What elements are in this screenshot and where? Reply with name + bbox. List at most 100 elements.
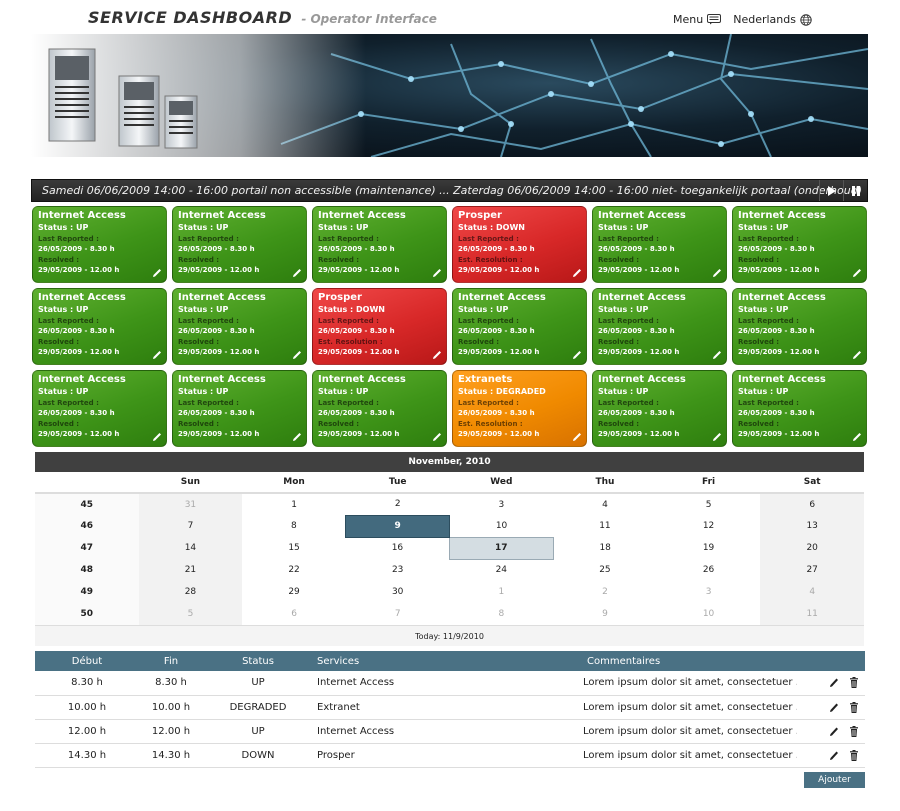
calendar-day[interactable]: 19 [657, 537, 761, 559]
calendar-day[interactable]: 3 [657, 581, 761, 603]
edit-icon[interactable] [292, 350, 302, 360]
service-card[interactable]: Internet Access Status : UP Last Reported … [32, 206, 167, 283]
trash-icon[interactable] [849, 701, 859, 713]
table-row[interactable]: 14.30 h 14.30 h DOWN Prosper Lorem ipsum dol… [35, 743, 865, 768]
service-card[interactable]: Internet Access Status : UP Last Reported … [732, 206, 867, 283]
calendar-day[interactable]: 9 [553, 603, 657, 625]
service-card[interactable]: Internet Access Status : UP Last Reported … [32, 288, 167, 365]
calendar-day[interactable]: 11 [760, 603, 864, 625]
add-button[interactable]: Ajouter [804, 772, 865, 788]
service-card[interactable]: Internet Access Status : UP Last Reported … [732, 370, 867, 447]
edit-icon[interactable] [152, 432, 162, 442]
calendar-day[interactable]: 18 [553, 537, 657, 559]
calendar-day[interactable]: 14 [138, 537, 243, 559]
calendar-day[interactable]: 2 [553, 581, 657, 603]
edit-icon[interactable] [829, 726, 839, 737]
calendar-day-today[interactable]: 17 [449, 536, 554, 560]
calendar-day[interactable]: 11 [553, 515, 657, 537]
edit-icon[interactable] [292, 268, 302, 278]
edit-icon[interactable] [572, 350, 582, 360]
edit-icon[interactable] [432, 268, 442, 278]
calendar-day[interactable]: 30 [346, 581, 450, 603]
trash-icon[interactable] [849, 749, 859, 761]
calendar-day[interactable]: 10 [450, 515, 554, 537]
calendar-day[interactable]: 8 [242, 515, 346, 537]
edit-icon[interactable] [712, 350, 722, 360]
calendar-day[interactable]: 25 [553, 559, 657, 581]
calendar-day[interactable]: 27 [760, 559, 864, 581]
table-row[interactable]: 12.00 h 12.00 h UP Internet Access Lorem ips… [35, 719, 865, 744]
edit-icon[interactable] [432, 350, 442, 360]
service-card[interactable]: Internet Access Status : UP Last Reported … [452, 288, 587, 365]
edit-icon[interactable] [852, 432, 862, 442]
service-card[interactable]: Internet Access Status : UP Last Reported … [592, 206, 727, 283]
service-card[interactable]: Internet Access Status : UP Last Reported … [732, 288, 867, 365]
calendar-day[interactable]: 26 [657, 559, 761, 581]
calendar-day[interactable]: 8 [450, 603, 554, 625]
edit-icon[interactable] [829, 702, 839, 713]
calendar-day[interactable]: 22 [242, 559, 346, 581]
calendar-day[interactable]: 29 [242, 581, 346, 603]
edit-icon[interactable] [152, 268, 162, 278]
col-fin[interactable]: Fin [139, 651, 203, 671]
table-row[interactable]: 8.30 h 8.30 h UP Internet Access Lorem ipsum… [35, 671, 865, 696]
calendar-day[interactable]: 1 [242, 493, 346, 515]
service-card[interactable]: Prosper Status : DOWN Last Reported : 26/05… [312, 288, 447, 365]
edit-icon[interactable] [829, 677, 839, 688]
edit-icon[interactable] [432, 432, 442, 442]
edit-icon[interactable] [292, 432, 302, 442]
menu-link[interactable]: Menu [673, 13, 722, 26]
service-card[interactable]: Internet Access Status : UP Last Reported … [172, 370, 307, 447]
calendar-day[interactable]: 5 [138, 603, 243, 625]
calendar-day[interactable]: 12 [657, 515, 761, 537]
col-debut[interactable]: Début [35, 651, 139, 671]
service-card[interactable]: Internet Access Status : UP Last Reported … [172, 288, 307, 365]
language-link[interactable]: Nederlands [733, 13, 812, 26]
col-status[interactable]: Status [203, 651, 313, 671]
trash-icon[interactable] [849, 725, 859, 737]
edit-icon[interactable] [852, 350, 862, 360]
calendar-day[interactable]: 15 [242, 537, 346, 559]
service-card[interactable]: Internet Access Status : UP Last Reported … [592, 288, 727, 365]
calendar-day[interactable]: 28 [138, 581, 243, 603]
service-card[interactable]: Internet Access Status : UP Last Reported … [32, 370, 167, 447]
calendar-day[interactable]: 7 [346, 603, 450, 625]
calendar-day[interactable]: 3 [450, 493, 554, 515]
calendar-day[interactable]: 4 [760, 581, 864, 603]
calendar-day[interactable]: 20 [760, 537, 864, 559]
calendar-day[interactable]: 23 [346, 559, 450, 581]
calendar-day[interactable]: 1 [450, 581, 554, 603]
calendar-day[interactable]: 2 [346, 493, 450, 515]
calendar-day[interactable]: 6 [760, 493, 864, 515]
service-card[interactable]: Internet Access Status : UP Last Reported … [592, 370, 727, 447]
calendar-day[interactable]: 31 [138, 493, 243, 515]
edit-icon[interactable] [829, 750, 839, 761]
edit-icon[interactable] [152, 350, 162, 360]
calendar-day[interactable]: 24 [450, 559, 554, 581]
calendar-day[interactable]: 16 [346, 537, 450, 559]
calendar-day[interactable]: 6 [242, 603, 346, 625]
ticker-pause-button[interactable] [843, 180, 867, 201]
service-card[interactable]: Prosper Status : DOWN Last Reported : 26/05… [452, 206, 587, 283]
edit-icon[interactable] [712, 268, 722, 278]
service-card[interactable]: Internet Access Status : UP Last Reported … [312, 370, 447, 447]
service-card[interactable]: Extranets Status : DEGRADED Last Reported … [452, 370, 587, 447]
edit-icon[interactable] [852, 268, 862, 278]
calendar-day[interactable]: 7 [138, 515, 243, 537]
table-row[interactable]: 10.00 h 10.00 h DEGRADED Extranet Lorem ipsu… [35, 695, 865, 720]
trash-icon[interactable] [849, 677, 859, 689]
calendar-day-selected[interactable]: 9 [345, 514, 450, 538]
calendar-day[interactable]: 13 [760, 515, 864, 537]
calendar-day[interactable]: 5 [657, 493, 761, 515]
today-label[interactable]: Today: 11/9/2010 [415, 632, 484, 641]
service-card[interactable]: Internet Access Status : UP Last Reported … [172, 206, 307, 283]
calendar-day[interactable]: 4 [553, 493, 657, 515]
calendar-day[interactable]: 10 [657, 603, 761, 625]
edit-icon[interactable] [572, 432, 582, 442]
edit-icon[interactable] [712, 432, 722, 442]
ticker-play-button[interactable] [819, 180, 843, 201]
col-commentaires[interactable]: Commentaires [583, 651, 797, 671]
edit-icon[interactable] [572, 268, 582, 278]
calendar-day[interactable]: 21 [138, 559, 243, 581]
col-services[interactable]: Services [313, 651, 583, 671]
